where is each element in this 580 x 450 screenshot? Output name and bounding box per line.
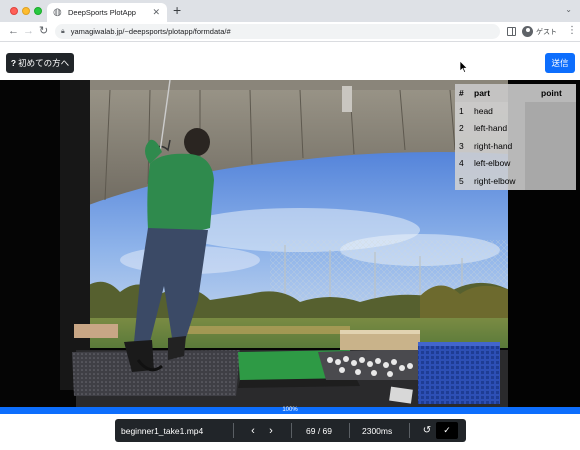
forward-icon[interactable]: →: [23, 25, 34, 38]
confirm-icon[interactable]: ✓: [436, 422, 458, 439]
row-point: [525, 137, 576, 155]
beginner-guide-label: 初めての方へ: [18, 58, 70, 68]
row-index: 2: [455, 119, 470, 137]
tab-title: DeepSports PlotApp: [68, 8, 136, 17]
divider: [349, 423, 350, 438]
row-index: 4: [455, 154, 470, 172]
table-row[interactable]: 4 left-elbow: [455, 154, 576, 172]
close-window-button[interactable]: [10, 7, 18, 15]
submit-button[interactable]: 送信: [545, 53, 575, 73]
row-point: [525, 172, 576, 190]
row-part: left-hand: [470, 119, 525, 137]
table-row[interactable]: 1 head: [455, 102, 576, 120]
row-index: 1: [455, 102, 470, 120]
reload-icon[interactable]: ↻: [39, 25, 48, 38]
row-part: right-elbow: [470, 172, 525, 190]
header-part: part: [470, 84, 525, 102]
table-row[interactable]: 5 right-elbow: [455, 172, 576, 190]
browser-tab-bar: ◍ DeepSports PlotApp ✕ + ⌄: [0, 0, 580, 22]
close-icon[interactable]: ✕: [152, 7, 160, 17]
address-bar[interactable]: 🔒︎ yamagiwalab.jp/~deepsports/plotapp/fo…: [55, 24, 500, 39]
row-part: right-hand: [470, 137, 525, 155]
frame-counter: 69 / 69: [306, 425, 332, 436]
zoom-window-button[interactable]: [34, 7, 42, 15]
row-point: [525, 119, 576, 137]
prev-frame-icon[interactable]: ‹: [247, 419, 259, 442]
header-point: point: [525, 84, 576, 102]
video-filename: beginner1_take1.mp4: [121, 425, 204, 436]
profile-label[interactable]: ゲスト: [536, 27, 557, 37]
divider: [409, 423, 410, 438]
profile-icon[interactable]: [522, 26, 533, 37]
url-text[interactable]: yamagiwalab.jp/~deepsports/plotapp/formd…: [71, 27, 231, 36]
undo-icon[interactable]: ↺: [421, 419, 433, 442]
browser-tab[interactable]: ◍ DeepSports PlotApp ✕: [47, 3, 167, 22]
plus-icon[interactable]: +: [173, 3, 181, 17]
help-icon: ?: [10, 58, 17, 68]
row-index: 5: [455, 172, 470, 190]
parts-table-header: # part point: [455, 84, 576, 102]
row-part: left-elbow: [470, 154, 525, 172]
table-row[interactable]: 2 left-hand: [455, 119, 576, 137]
minimize-window-button[interactable]: [22, 7, 30, 15]
next-frame-icon[interactable]: ›: [265, 419, 277, 442]
playback-controls: beginner1_take1.mp4 ‹ › 69 / 69 2300ms ↺…: [115, 419, 466, 442]
row-point: [525, 154, 576, 172]
side-panel-icon[interactable]: [507, 27, 516, 36]
video-progress-bar[interactable]: 100%: [0, 407, 580, 414]
divider: [291, 423, 292, 438]
menu-icon[interactable]: ⋮: [567, 25, 577, 37]
beginner-guide-button[interactable]: ? 初めての方へ: [6, 53, 74, 73]
row-index: 3: [455, 137, 470, 155]
table-row[interactable]: 3 right-hand: [455, 137, 576, 155]
back-icon[interactable]: ←: [8, 25, 19, 38]
lock-icon[interactable]: 🔒︎: [61, 28, 65, 36]
parts-table: # part point 1 head 2 left-hand 3 right-…: [455, 84, 576, 190]
divider: [233, 423, 234, 438]
chevron-down-icon[interactable]: ⌄: [565, 5, 572, 14]
browser-toolbar: ← → ↻ 🔒︎ yamagiwalab.jp/~deepsports/plot…: [0, 22, 580, 42]
row-part: head: [470, 102, 525, 120]
row-point: [525, 102, 576, 120]
time-readout: 2300ms: [362, 425, 393, 436]
globe-icon: ◍: [53, 7, 62, 18]
progress-label: 100%: [282, 407, 298, 413]
header-index: #: [455, 84, 470, 102]
